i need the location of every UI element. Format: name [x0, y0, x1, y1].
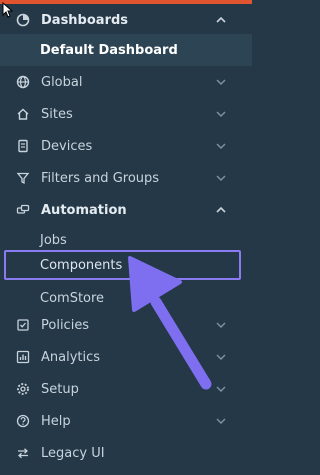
sidebar-item-label: Legacy UI — [41, 445, 105, 461]
automation-icon — [15, 203, 30, 218]
swap-icon — [15, 446, 30, 461]
sidebar-item-label: Components — [40, 257, 123, 273]
chevron-up-icon[interactable] — [214, 13, 228, 27]
sidebar-item-dashboards[interactable]: Dashboards — [0, 4, 252, 36]
sidebar-item-devices[interactable]: Devices — [0, 130, 252, 162]
sidebar-item-label: Sites — [41, 106, 73, 122]
dashboard-icon — [15, 13, 30, 28]
sidebar-item-label: Help — [41, 413, 71, 429]
chevron-down-icon[interactable] — [214, 171, 228, 185]
sidebar-item-legacy-ui[interactable]: Legacy UI — [0, 437, 252, 469]
sidebar-item-sites[interactable]: Sites — [0, 98, 252, 130]
sidebar-item-label: Dashboards — [41, 12, 129, 28]
chevron-down-icon[interactable] — [214, 139, 228, 153]
sidebar-item-label: Filters and Groups — [41, 170, 160, 186]
sidebar-item-label: Analytics — [41, 349, 101, 365]
sidebar-nav: Dashboards Default Dashboard Global Site… — [0, 4, 252, 475]
sidebar-item-global[interactable]: Global — [0, 66, 252, 98]
chevron-up-icon[interactable] — [214, 203, 228, 217]
sidebar-item-label: ComStore — [40, 290, 105, 306]
sidebar-item-label: Setup — [41, 381, 79, 397]
sidebar-item-label: Global — [41, 74, 83, 90]
sidebar-item-automation[interactable]: Automation — [0, 194, 252, 226]
gear-icon — [15, 382, 30, 397]
analytics-icon — [15, 350, 30, 365]
policies-icon — [15, 318, 30, 333]
chevron-down-icon[interactable] — [214, 414, 228, 428]
annotation-arrow-icon — [128, 256, 212, 390]
sidebar-item-label: Policies — [41, 317, 90, 333]
sidebar-item-label: Devices — [41, 138, 93, 154]
sidebar-item-label: Jobs — [40, 232, 67, 248]
device-icon — [15, 139, 30, 154]
home-icon — [15, 107, 30, 122]
sidebar-item-default-dashboard[interactable]: Default Dashboard — [0, 34, 252, 66]
chevron-down-icon[interactable] — [214, 75, 228, 89]
sidebar-item-label: Automation — [41, 202, 127, 218]
sidebar-item-help[interactable]: Help — [0, 405, 252, 437]
chevron-down-icon[interactable] — [214, 107, 228, 121]
globe-icon — [15, 75, 30, 90]
filter-icon — [15, 171, 30, 186]
sidebar-item-label: Default Dashboard — [40, 42, 178, 58]
help-icon — [15, 414, 30, 429]
sidebar-item-filters-and-groups[interactable]: Filters and Groups — [0, 162, 252, 194]
